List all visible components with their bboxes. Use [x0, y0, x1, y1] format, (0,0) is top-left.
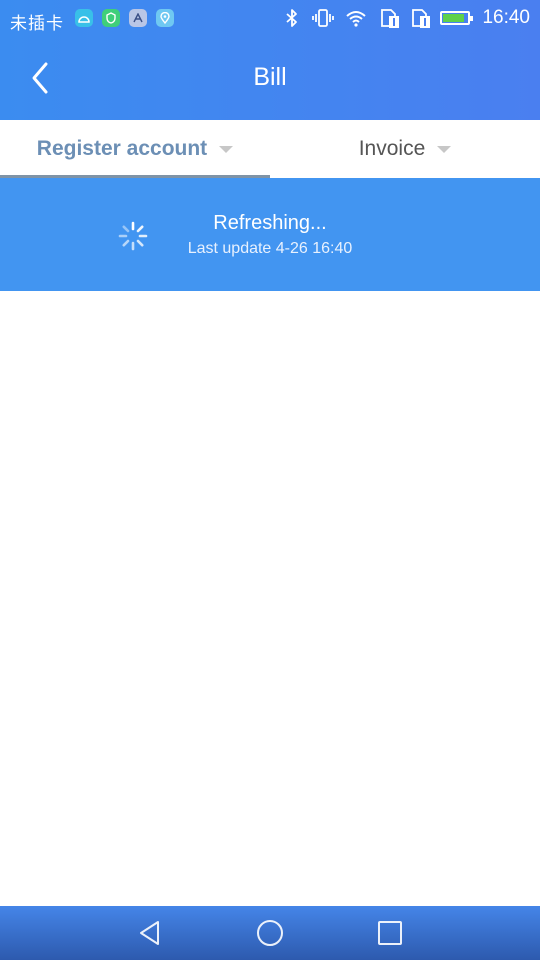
tab-bar: Register account Invoice: [0, 120, 540, 178]
shield-icon: [102, 9, 120, 27]
sim2-icon: [412, 9, 431, 28]
translate-icon: [129, 9, 147, 27]
home-circle-icon[interactable]: [255, 918, 285, 948]
app-bar: Bill: [0, 38, 540, 120]
header-background: 未插卡 16:40 Bill: [0, 0, 540, 120]
caret-down-icon: [437, 145, 452, 153]
notification-icons: [75, 9, 174, 27]
recents-square-icon[interactable]: [375, 918, 405, 948]
tab-invoice[interactable]: Invoice: [270, 120, 540, 178]
android-icon: [75, 9, 93, 27]
battery-charging-icon: [440, 11, 474, 25]
screen: 未插卡 16:40 Bill Register account Invoice …: [0, 0, 540, 960]
bluetooth-icon: [286, 9, 298, 27]
page-title: Bill: [253, 63, 287, 91]
status-bar: 未插卡 16:40: [0, 0, 540, 38]
location-pin-icon: [156, 9, 174, 27]
vibrate-icon: [312, 9, 335, 27]
back-triangle-icon[interactable]: [135, 918, 165, 948]
status-time: 16:40: [482, 7, 530, 28]
pull-refresh-header: Refreshing... Last update 4-26 16:40: [0, 178, 540, 291]
sim1-icon: [381, 9, 400, 28]
status-right-icons: 16:40: [281, 7, 530, 29]
refresh-status-text: Refreshing...: [213, 212, 327, 234]
tab-register-account[interactable]: Register account: [0, 120, 270, 178]
battery-level-fill: [443, 14, 464, 22]
caret-down-icon: [219, 145, 234, 153]
system-navigation-bar: [0, 906, 540, 960]
bill-list-area: [0, 291, 540, 906]
carrier-label: 未插卡: [10, 14, 64, 34]
wifi-icon: [346, 11, 367, 27]
tab-label: Invoice: [358, 137, 426, 160]
last-update-text: Last update 4-26 16:40: [187, 240, 353, 257]
tab-label: Register account: [36, 137, 208, 160]
